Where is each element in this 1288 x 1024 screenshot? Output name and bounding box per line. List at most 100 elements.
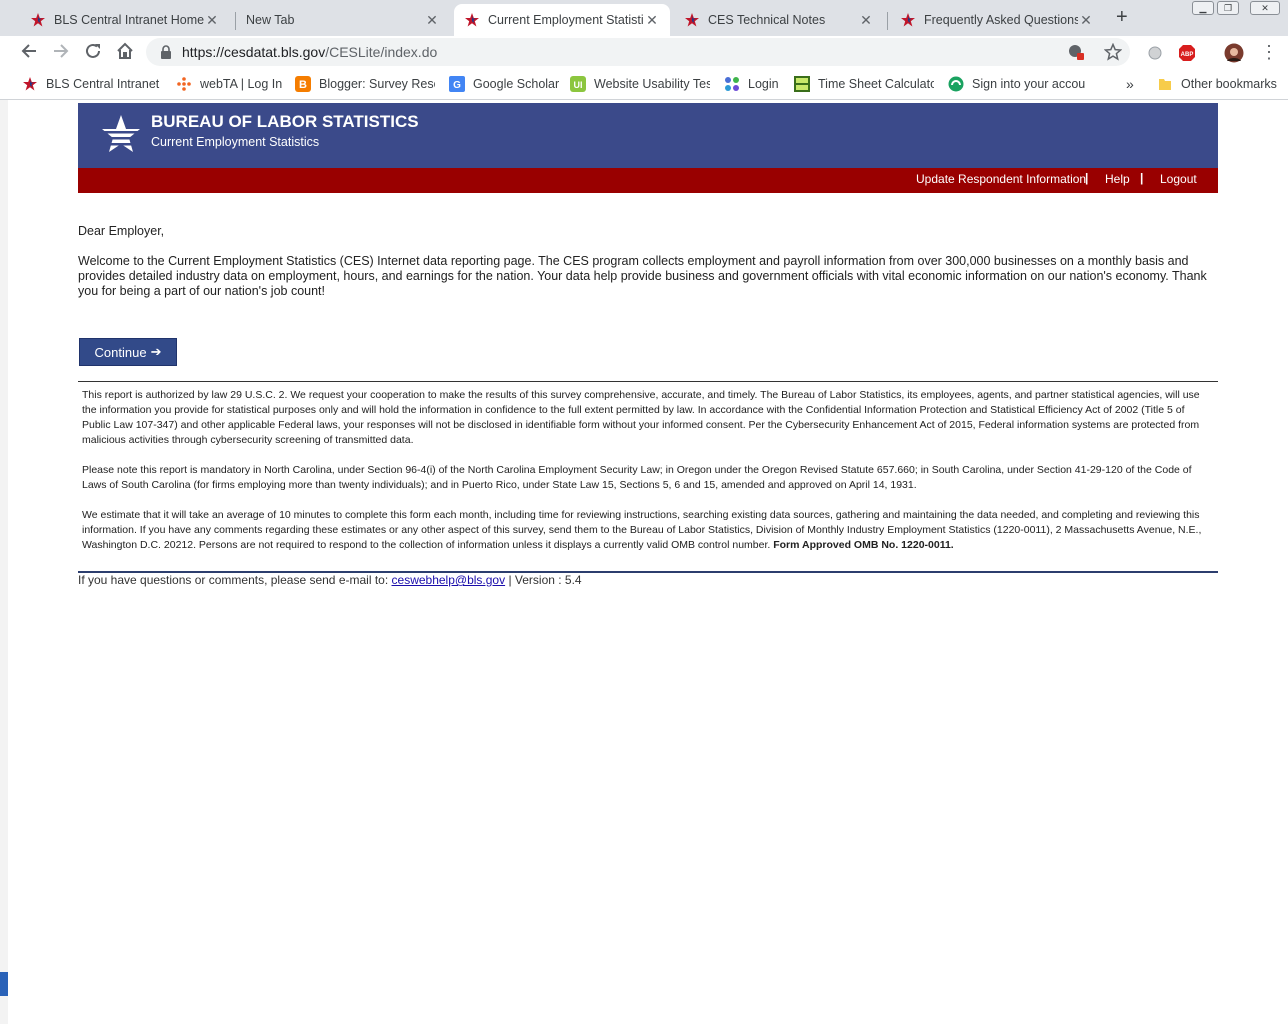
tab-separator xyxy=(887,12,888,30)
sign-in-icon xyxy=(948,76,964,92)
url-path: /CESLite/index.do xyxy=(325,44,438,60)
close-tab-icon[interactable]: ✕ xyxy=(424,12,440,29)
bookmark-label: Login xyxy=(748,77,779,91)
burden-estimate-text: We estimate that it will take an average… xyxy=(82,509,1202,551)
greeting-text: Dear Employer, xyxy=(78,224,165,238)
mandatory-notice: Please note this report is mandatory in … xyxy=(82,464,1192,491)
bookmark-label: Time Sheet Calculato xyxy=(818,77,934,91)
google-scholar-icon: G xyxy=(449,76,465,92)
tab-bls-intranet[interactable]: BLS Central Intranet Home Pa ✕ xyxy=(20,4,230,36)
left-window-strip xyxy=(0,100,8,1024)
address-bar[interactable]: https://cesdatat.bls.gov/CESLite/index.d… xyxy=(146,38,1130,66)
burden-estimate-notice: We estimate that it will take an average… xyxy=(82,508,1210,553)
bls-star-icon xyxy=(464,12,480,28)
close-tab-icon[interactable]: ✕ xyxy=(1078,12,1094,29)
continue-label: Continue xyxy=(94,344,147,360)
bookmark-google-scholar[interactable]: G Google Scholar xyxy=(449,76,559,92)
bookmark-bls-central-intranet[interactable]: BLS Central Intranet H xyxy=(22,76,162,92)
bookmark-login[interactable]: Login xyxy=(724,76,784,92)
bookmark-label: Sign into your accou xyxy=(972,77,1086,91)
url-text: https://cesdatat.bls.gov/CESLite/index.d… xyxy=(182,44,437,60)
bls-star-icon xyxy=(684,12,700,28)
bls-star-icon xyxy=(900,12,916,28)
blogger-icon: B xyxy=(295,76,311,92)
tab-new-tab[interactable]: New Tab ✕ xyxy=(236,4,450,36)
webta-icon xyxy=(176,76,192,92)
version-text: | Version : 5.4 xyxy=(508,573,582,587)
reload-icon[interactable] xyxy=(84,42,102,65)
bookmark-label: Google Scholar xyxy=(473,77,559,91)
bls-logo-icon[interactable] xyxy=(100,113,142,160)
svg-text:UI: UI xyxy=(574,80,583,90)
forward-icon[interactable] xyxy=(52,42,70,65)
svg-text:ABP: ABP xyxy=(1181,52,1194,58)
update-respondent-info-link[interactable]: Update Respondent Information xyxy=(916,172,1086,186)
bookmark-label: Website Usability Tes xyxy=(594,77,710,91)
bls-star-icon xyxy=(30,12,46,28)
nav-separator: | xyxy=(1085,171,1089,185)
login-dots-icon xyxy=(724,76,740,92)
bookmarks-bar: BLS Central Intranet H webTA | Log In B … xyxy=(0,68,1288,100)
tab-strip: BLS Central Intranet Home Pa ✕ New Tab ✕… xyxy=(0,0,1288,36)
url-host: https://cesdatat.bls.gov xyxy=(182,44,326,60)
bookmark-website-usability[interactable]: UI Website Usability Tes xyxy=(570,76,710,92)
timecalc-icon xyxy=(794,76,810,92)
tab-ces-technical-notes[interactable]: CES Technical Notes ✕ xyxy=(674,4,884,36)
bookmark-time-sheet-calculator[interactable]: Time Sheet Calculato xyxy=(794,76,934,92)
divider xyxy=(78,381,1218,382)
browser-toolbar: https://cesdatat.bls.gov/CESLite/index.d… xyxy=(0,36,1288,68)
tab-title: BLS Central Intranet Home Pa xyxy=(54,13,204,27)
new-tab-button[interactable]: + xyxy=(1116,6,1128,29)
close-tab-icon[interactable]: ✕ xyxy=(644,12,660,29)
folder-icon xyxy=(1157,76,1173,92)
usability-icon: UI xyxy=(570,76,586,92)
bls-header: BUREAU OF LABOR STATISTICS Current Emplo… xyxy=(78,103,1218,168)
close-window-icon[interactable]: ✕ xyxy=(1250,1,1280,15)
continue-button[interactable]: Continue ➔ xyxy=(79,338,177,366)
bookmark-star-icon[interactable] xyxy=(1103,42,1123,66)
bookmark-webta[interactable]: webTA | Log In xyxy=(176,76,286,92)
support-email-link[interactable]: ceswebhelp@bls.gov xyxy=(392,573,506,587)
close-tab-icon[interactable]: ✕ xyxy=(858,12,874,29)
lock-icon[interactable] xyxy=(160,45,172,64)
footer-prefix: If you have questions or comments, pleas… xyxy=(78,573,389,587)
other-bookmarks[interactable]: Other bookmarks xyxy=(1157,76,1282,92)
tab-title: Current Employment Statistic xyxy=(488,13,644,27)
back-icon[interactable] xyxy=(20,42,38,65)
svg-text:G: G xyxy=(453,80,461,91)
logout-link[interactable]: Logout xyxy=(1160,172,1197,186)
taskbar-edge xyxy=(0,972,8,996)
tab-title: CES Technical Notes xyxy=(708,13,826,27)
bookmark-label: BLS Central Intranet H xyxy=(46,77,162,91)
welcome-paragraph: Welcome to the Current Employment Statis… xyxy=(78,254,1207,298)
extension-circle-icon[interactable] xyxy=(1147,45,1163,66)
bls-star-icon xyxy=(22,76,38,92)
svg-text:B: B xyxy=(299,79,307,91)
translate-blocked-icon[interactable] xyxy=(1068,44,1084,65)
nav-separator: | xyxy=(1140,171,1144,185)
chrome-menu-icon[interactable]: ⋮ xyxy=(1260,42,1278,63)
page-footer: If you have questions or comments, pleas… xyxy=(78,573,582,587)
avatar[interactable] xyxy=(1224,43,1244,68)
minimize-window-icon[interactable]: ▁ xyxy=(1192,1,1214,15)
tab-current-employment-statistics[interactable]: Current Employment Statistic ✕ xyxy=(454,4,670,36)
omb-approval: Form Approved OMB No. 1220-0011. xyxy=(773,539,954,551)
tab-title: New Tab xyxy=(246,13,295,27)
home-icon[interactable] xyxy=(116,42,134,65)
arrow-right-icon: ➔ xyxy=(150,344,162,359)
respondent-nav-bar: Update Respondent Information | Help | L… xyxy=(78,168,1218,193)
bookmark-label: webTA | Log In xyxy=(200,77,283,91)
bookmark-sign-in[interactable]: Sign into your accou xyxy=(948,76,1088,92)
agency-title[interactable]: BUREAU OF LABOR STATISTICS xyxy=(151,112,419,132)
bookmark-label: Other bookmarks xyxy=(1181,77,1277,91)
bookmark-label: Blogger: Survey Rese xyxy=(319,77,435,91)
bookmark-blogger[interactable]: B Blogger: Survey Rese xyxy=(295,76,435,92)
program-subtitle: Current Employment Statistics xyxy=(151,135,320,149)
bookmarks-overflow-icon[interactable]: » xyxy=(1126,76,1140,92)
help-link[interactable]: Help xyxy=(1105,172,1130,186)
close-tab-icon[interactable]: ✕ xyxy=(204,12,220,29)
tab-faq[interactable]: Frequently Asked Questions ✕ xyxy=(890,4,1104,36)
restore-window-icon[interactable]: ❐ xyxy=(1217,1,1239,15)
adblock-plus-icon[interactable]: ABP xyxy=(1178,44,1196,67)
tab-title: Frequently Asked Questions xyxy=(924,13,1078,27)
